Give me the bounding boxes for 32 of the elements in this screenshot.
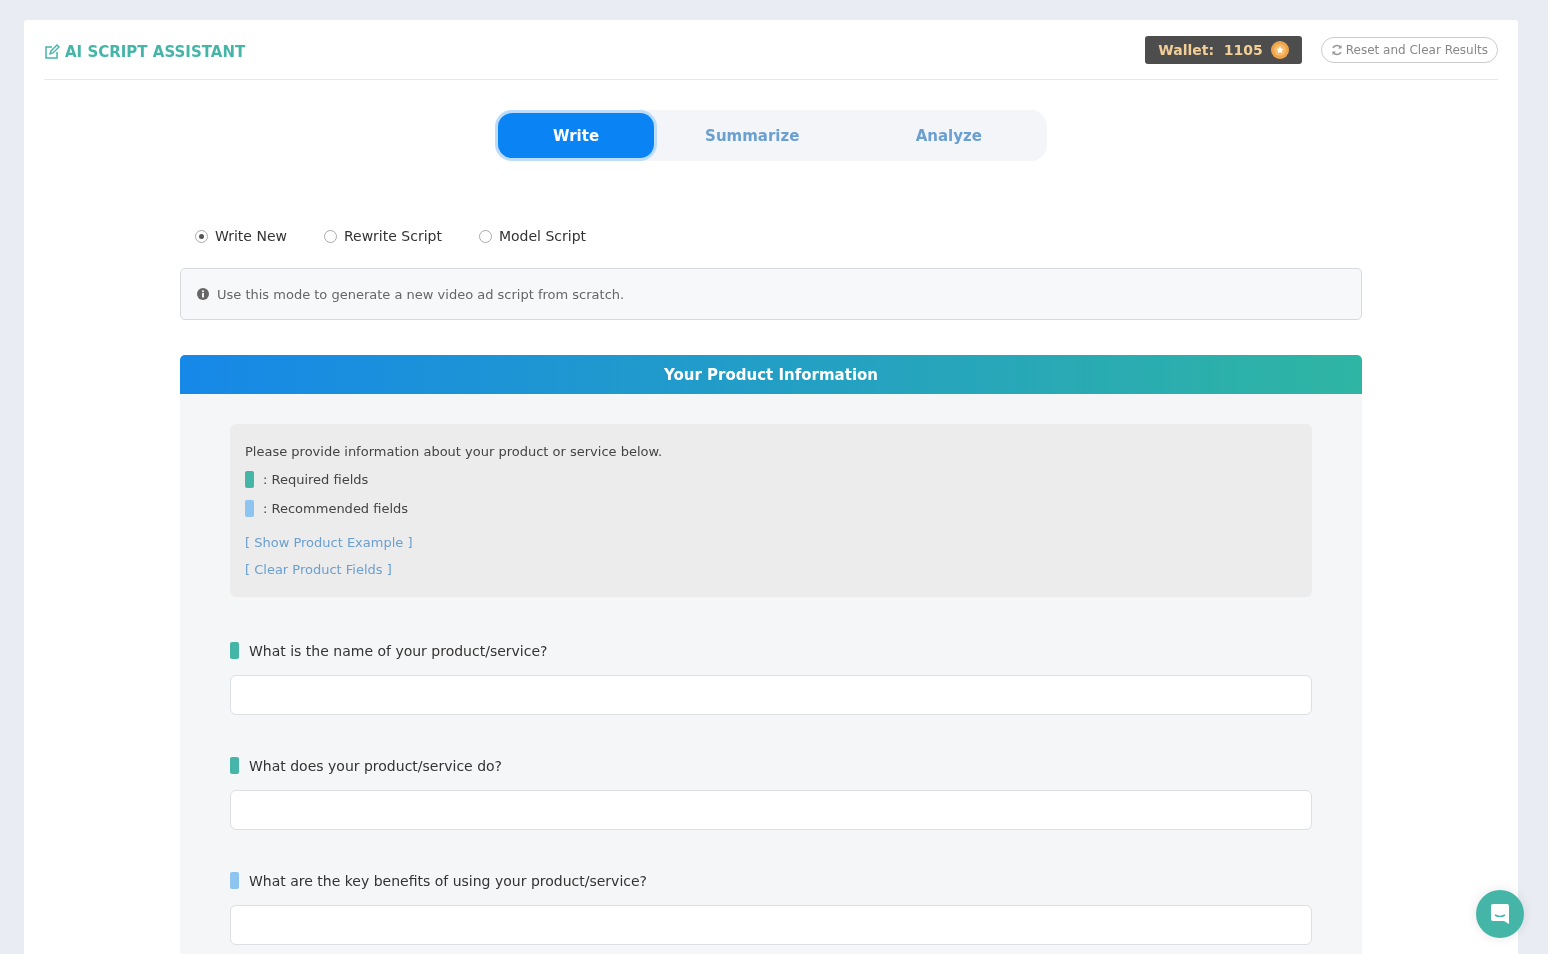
field-marker	[230, 757, 239, 774]
edit-icon	[44, 43, 60, 60]
field-label: What is the name of your product/service?	[249, 642, 548, 659]
refresh-icon	[1330, 43, 1343, 56]
link[interactable]: [ Clear Product Fields ]	[245, 562, 392, 577]
field-marker	[245, 471, 254, 488]
radio-option[interactable]: Rewrite Script	[323, 228, 442, 244]
input-field[interactable]	[230, 905, 1312, 945]
intro-text: Please provide information about your product or service below.	[245, 444, 664, 459]
info-icon	[197, 288, 209, 300]
field-marker	[245, 500, 254, 517]
link[interactable]: [ Show Product Example ]	[245, 535, 413, 550]
legend-text: : Recommended fields	[263, 501, 409, 516]
app-title: AI SCRIPT ASSISTANT	[65, 42, 246, 61]
input-field[interactable]	[230, 790, 1312, 830]
field-label: What are the key benefits of using your product/service?	[249, 872, 648, 889]
tab[interactable]: Write	[498, 113, 654, 158]
reset-button[interactable]: Reset and Clear Results	[1320, 36, 1498, 63]
tab[interactable]: Summarize	[654, 113, 851, 158]
field-marker	[230, 872, 239, 889]
radio-option[interactable]: Model Script	[478, 228, 586, 244]
wallet-badge: Wallet: 1105	[1145, 35, 1302, 64]
info-text: Use this mode to generate a new video ad script from scratch.	[217, 286, 625, 302]
legend-text: : Required fields	[263, 472, 369, 487]
chat-icon	[1490, 903, 1510, 925]
radio-option[interactable]: Write New	[195, 228, 287, 244]
field-marker	[230, 642, 239, 659]
section-title: Your Product Information	[664, 365, 878, 384]
coin-icon	[1270, 40, 1289, 59]
tab[interactable]: Analyze	[850, 113, 1047, 158]
field-label: What does your product/service do?	[249, 757, 503, 774]
input-field[interactable]	[230, 675, 1312, 715]
